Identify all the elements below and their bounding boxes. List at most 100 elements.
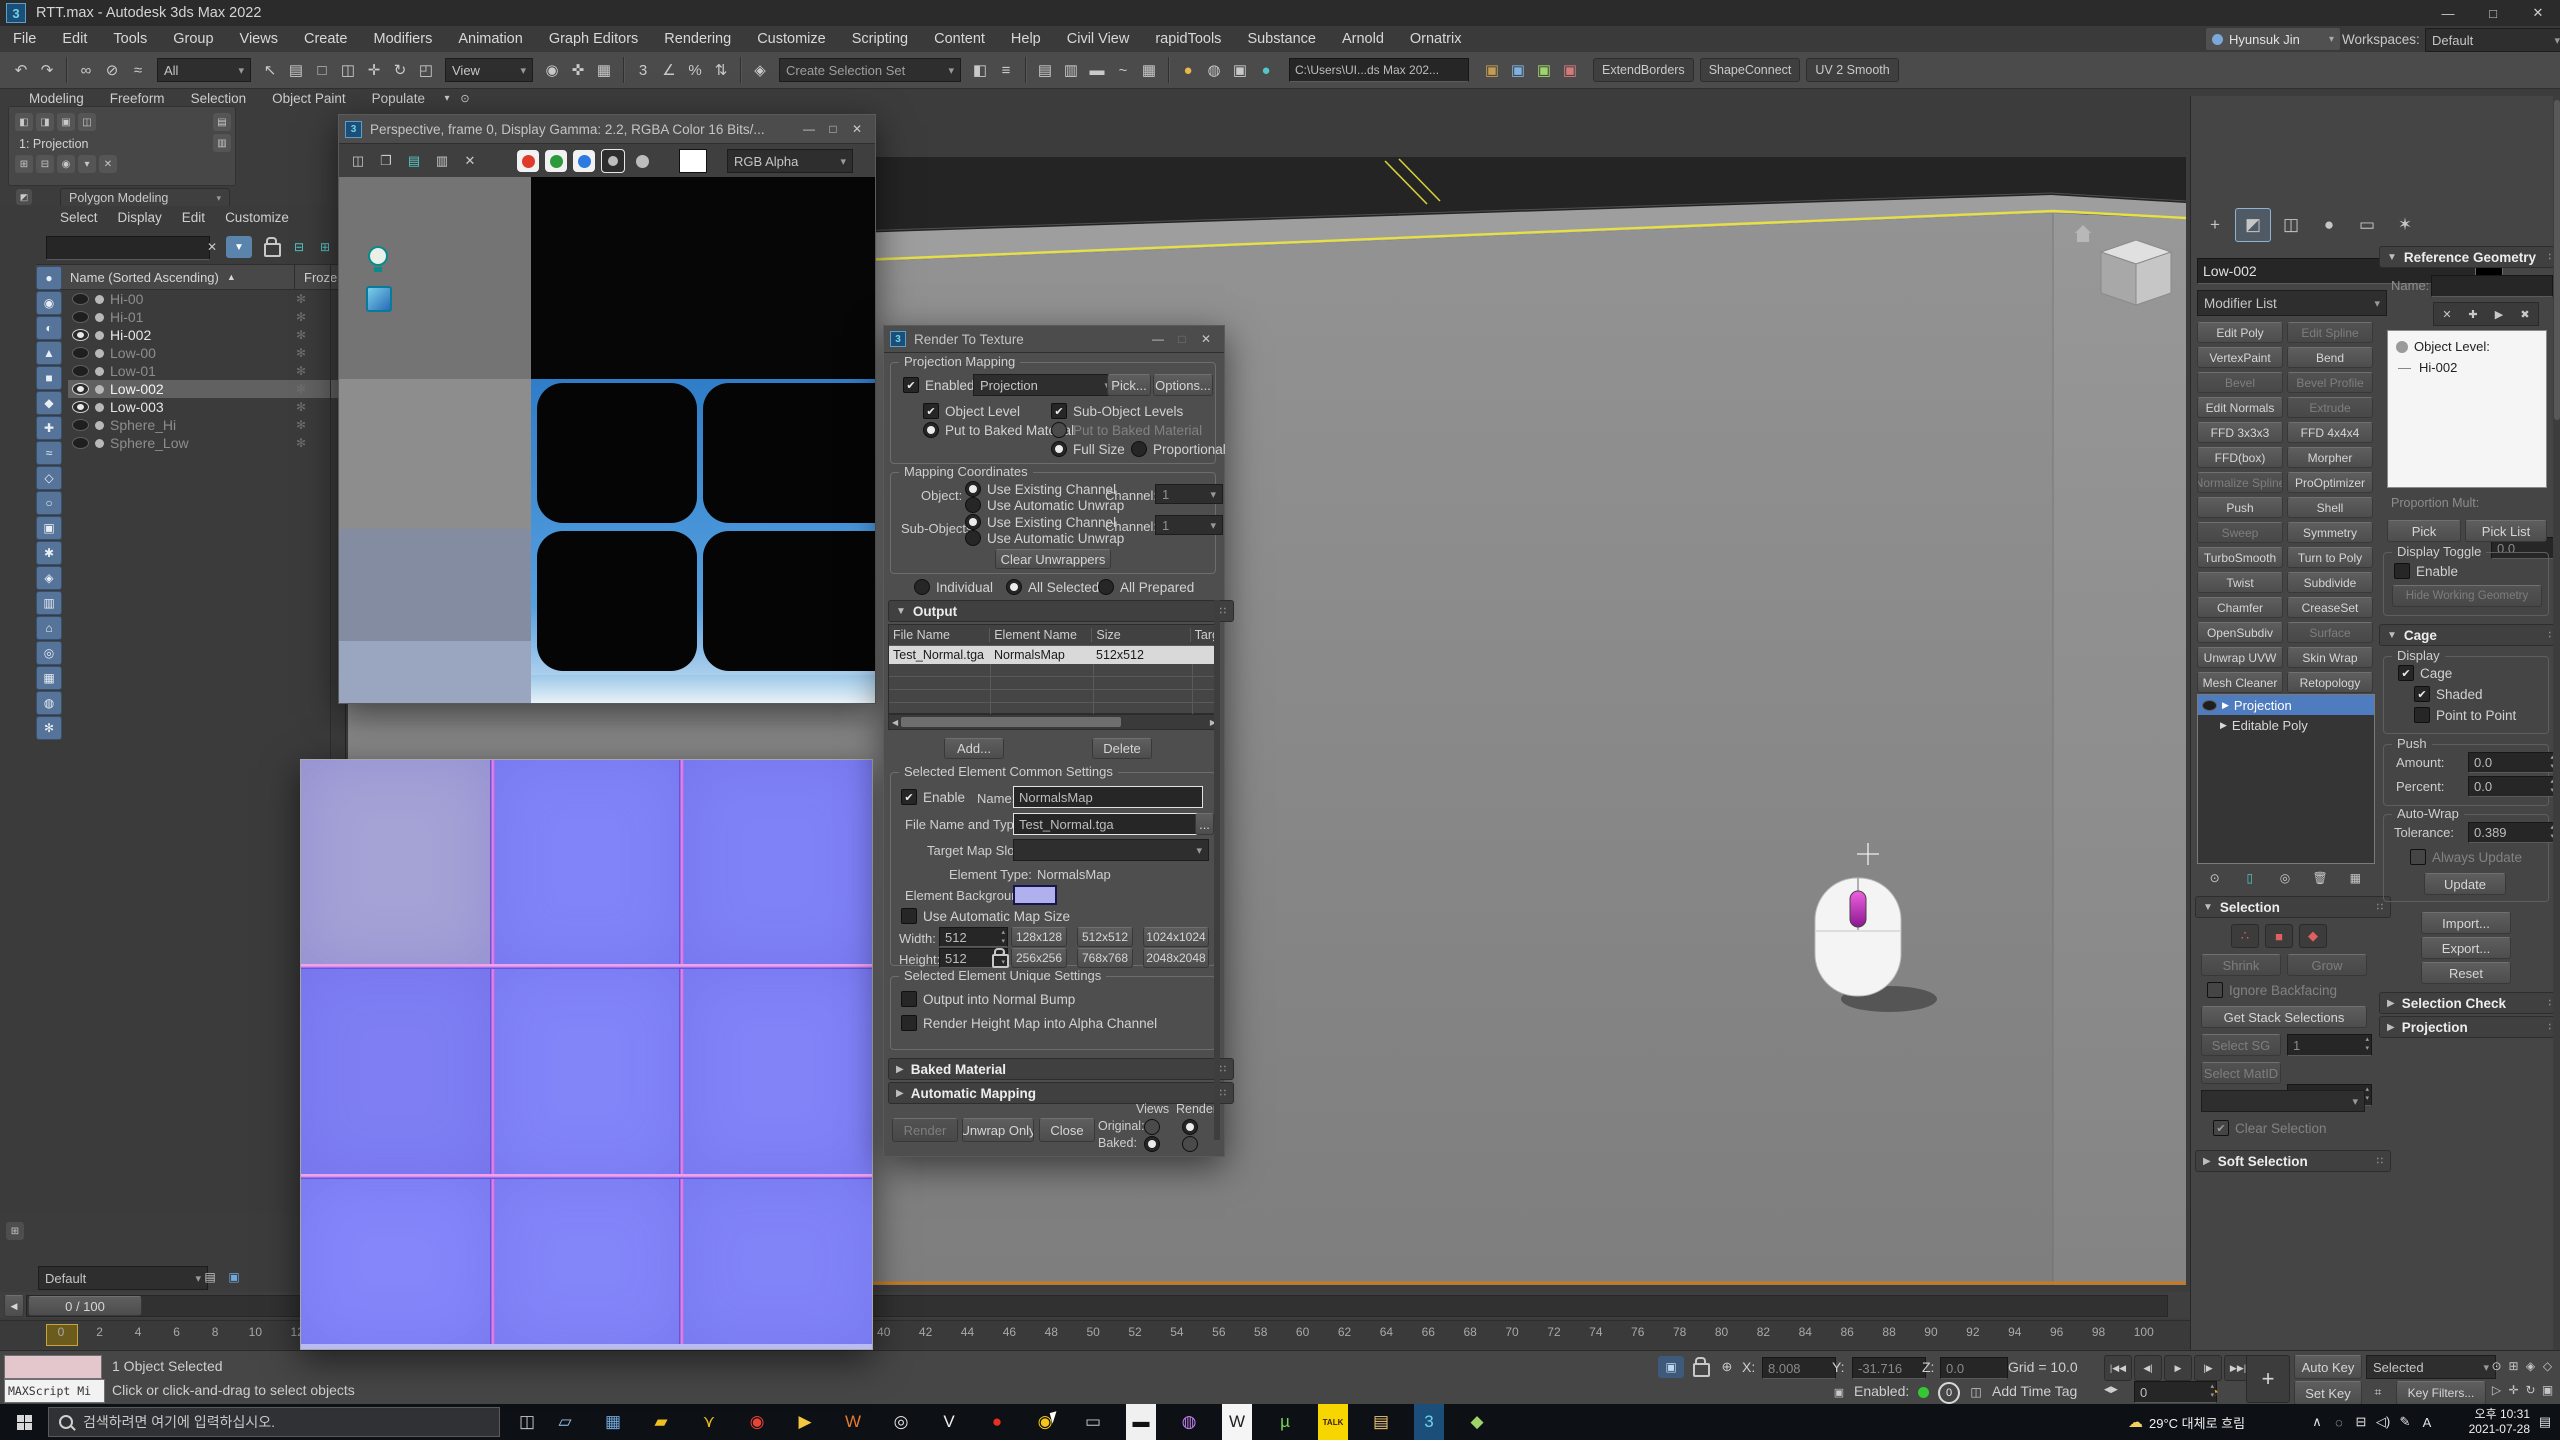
get-stack-selections-button[interactable]: Get Stack Selections: [2201, 1006, 2367, 1028]
modifier-button[interactable]: OpenSubdiv: [2197, 622, 2283, 643]
frozen-icon[interactable]: ✻: [296, 346, 306, 360]
pm-enabled-checkbox[interactable]: Enabled: [903, 377, 975, 393]
menu-item[interactable]: Help: [998, 31, 1054, 47]
modifier-button[interactable]: FFD 4x4x4: [2287, 422, 2373, 443]
tray-volume-icon[interactable]: ◁): [2372, 1404, 2394, 1440]
update-button[interactable]: Update: [2424, 873, 2506, 895]
individual-radio[interactable]: Individual: [914, 579, 993, 595]
ribbon-tab[interactable]: Selection: [178, 91, 260, 106]
modifier-button[interactable]: Surface: [2287, 622, 2373, 643]
rfw-maximize-button[interactable]: □: [821, 118, 845, 140]
clone-buffer-icon[interactable]: ▤: [403, 150, 425, 172]
category-filter-icon[interactable]: ◇: [36, 466, 62, 490]
mini-icon[interactable]: ▥: [213, 134, 231, 152]
weather-widget[interactable]: ☁ 29°C 대체로 흐림: [2128, 1404, 2245, 1440]
menu-item[interactable]: Modifiers: [361, 31, 446, 47]
blue-channel-button[interactable]: [573, 150, 595, 172]
modifier-button[interactable]: Symmetry: [2287, 522, 2373, 543]
go-to-start-button[interactable]: |◀◀: [2104, 1355, 2132, 1381]
reset-button[interactable]: Reset: [2421, 962, 2511, 984]
soft-selection-rollout[interactable]: ▶Soft Selection∷: [2195, 1150, 2391, 1172]
expand-arrow-icon[interactable]: ▶: [2220, 720, 2227, 731]
remove-modifier-icon[interactable]: 🗑: [2309, 868, 2331, 888]
sub-use-existing-radio[interactable]: Use Existing Channel: [965, 514, 1116, 530]
clear-search-icon[interactable]: ✕: [202, 236, 222, 258]
save-image-icon[interactable]: ◫: [347, 150, 369, 172]
width-spinner[interactable]: 512: [939, 927, 1008, 947]
tray-network-icon[interactable]: ⊟: [2350, 1404, 2372, 1440]
isolate-selection-icon[interactable]: ▣: [1658, 1356, 1684, 1378]
redo-icon[interactable]: ↷: [34, 57, 60, 83]
shrink-button[interactable]: Shrink: [2201, 954, 2281, 976]
notification-center-icon[interactable]: ▤: [2534, 1404, 2556, 1440]
selection-rollout[interactable]: ▼Selection∷: [2195, 896, 2391, 918]
listener-output-line[interactable]: [4, 1355, 102, 1379]
mono-channel-button[interactable]: [601, 149, 625, 173]
ref-delete-icon[interactable]: ✖: [2515, 305, 2535, 323]
visibility-eye-icon[interactable]: [72, 365, 89, 377]
menu-item[interactable]: File: [0, 31, 49, 47]
category-filter-icon[interactable]: ▲: [36, 341, 62, 365]
modifier-list-dropdown[interactable]: Modifier List: [2197, 290, 2387, 316]
original-render-radio[interactable]: [1182, 1119, 1198, 1135]
select-sg-button[interactable]: Select SG: [2201, 1034, 2281, 1056]
app-diamond-icon[interactable]: ◆: [1462, 1404, 1492, 1440]
explorer-menu-item[interactable]: Select: [50, 210, 108, 225]
scene-object-row[interactable]: Low-002 ✻: [68, 380, 345, 398]
select-and-link-icon[interactable]: ∞: [73, 57, 99, 83]
pick-list-button[interactable]: Pick List: [2465, 520, 2547, 542]
mini-icon[interactable]: ◨: [36, 113, 54, 131]
reference-item[interactable]: Hi-002: [2419, 360, 2457, 375]
render-production-icon[interactable]: ●: [1253, 57, 1279, 83]
rect-region-icon[interactable]: □: [309, 57, 335, 83]
scene-state-icon[interactable]: ▣: [1531, 57, 1557, 83]
modifier-button[interactable]: Normalize Spline: [2197, 472, 2283, 493]
modifier-button[interactable]: Bevel Profile: [2287, 372, 2373, 393]
browse-file-button[interactable]: ...: [1195, 813, 1214, 835]
degradation-zero-icon[interactable]: 0: [1938, 1382, 1960, 1404]
panel-scrollbar[interactable]: [2553, 96, 2560, 1350]
output-rollout[interactable]: ▼Output∷: [888, 600, 1234, 622]
modifier-button[interactable]: Chamfer: [2197, 597, 2283, 618]
explorer-menu-item[interactable]: Edit: [172, 210, 215, 225]
rfw-title-bar[interactable]: 3 Perspective, frame 0, Display Gamma: 2…: [339, 115, 875, 144]
frozen-icon[interactable]: ✻: [296, 382, 306, 396]
add-element-button[interactable]: Add...: [944, 738, 1004, 759]
layers-icon[interactable]: ▤: [200, 1266, 220, 1288]
element-enable-checkbox[interactable]: Enable: [901, 789, 965, 805]
file-name-field[interactable]: Test_Normal.tga: [1013, 813, 1203, 835]
viewcube[interactable]: [2101, 240, 2171, 305]
ribbon-pin-icon[interactable]: ⊙: [456, 90, 474, 106]
category-filter-icon[interactable]: ▣: [36, 516, 62, 540]
menu-item[interactable]: Group: [160, 31, 226, 47]
maximize-viewport-icon[interactable]: ▣: [2539, 1379, 2556, 1401]
face-subobject-icon[interactable]: ■: [2265, 924, 2293, 948]
output-row-selected[interactable]: Test_Normal.tga NormalsMap 512x512: [889, 646, 1219, 664]
app-player-icon[interactable]: ▶: [790, 1404, 820, 1440]
output-table[interactable]: File Name Element Name Size Targ Test_No…: [888, 624, 1220, 714]
category-filter-icon[interactable]: ◎: [36, 641, 62, 665]
height-alpha-checkbox[interactable]: Render Height Map into Alpha Channel: [901, 1015, 1157, 1031]
visibility-eye-icon[interactable]: [72, 437, 89, 449]
export-button[interactable]: Export...: [2421, 937, 2511, 959]
scene-object-row[interactable]: Hi-01 ✻: [68, 308, 345, 326]
hide-working-geometry-button[interactable]: Hide Working Geometry: [2392, 585, 2542, 607]
modifier-button[interactable]: Mesh Cleaner: [2197, 672, 2283, 693]
original-views-radio[interactable]: [1144, 1119, 1160, 1135]
baked-material-rollout[interactable]: ▶Baked Material∷: [888, 1058, 1234, 1080]
explorer-menu-item[interactable]: Customize: [215, 210, 299, 225]
start-button[interactable]: [0, 1404, 48, 1440]
percent-spinner[interactable]: 0.0: [2468, 776, 2557, 797]
ref-pick-icon[interactable]: ▶: [2489, 305, 2509, 323]
output-table-scrollbar[interactable]: ◀ ▶: [888, 714, 1220, 730]
visibility-eye-icon[interactable]: [72, 401, 89, 413]
selection-filter-dropdown[interactable]: All: [157, 58, 251, 82]
menu-item[interactable]: Customize: [744, 31, 839, 47]
menu-item[interactable]: Animation: [445, 31, 535, 47]
rendered-image[interactable]: [339, 177, 875, 703]
frozen-icon[interactable]: ✻: [296, 364, 306, 378]
angle-snap-icon[interactable]: ∠: [656, 57, 682, 83]
menu-item[interactable]: Substance: [1234, 31, 1329, 47]
menu-item[interactable]: Arnold: [1329, 31, 1397, 47]
z-coordinate-field[interactable]: 0.0: [1940, 1357, 2008, 1379]
